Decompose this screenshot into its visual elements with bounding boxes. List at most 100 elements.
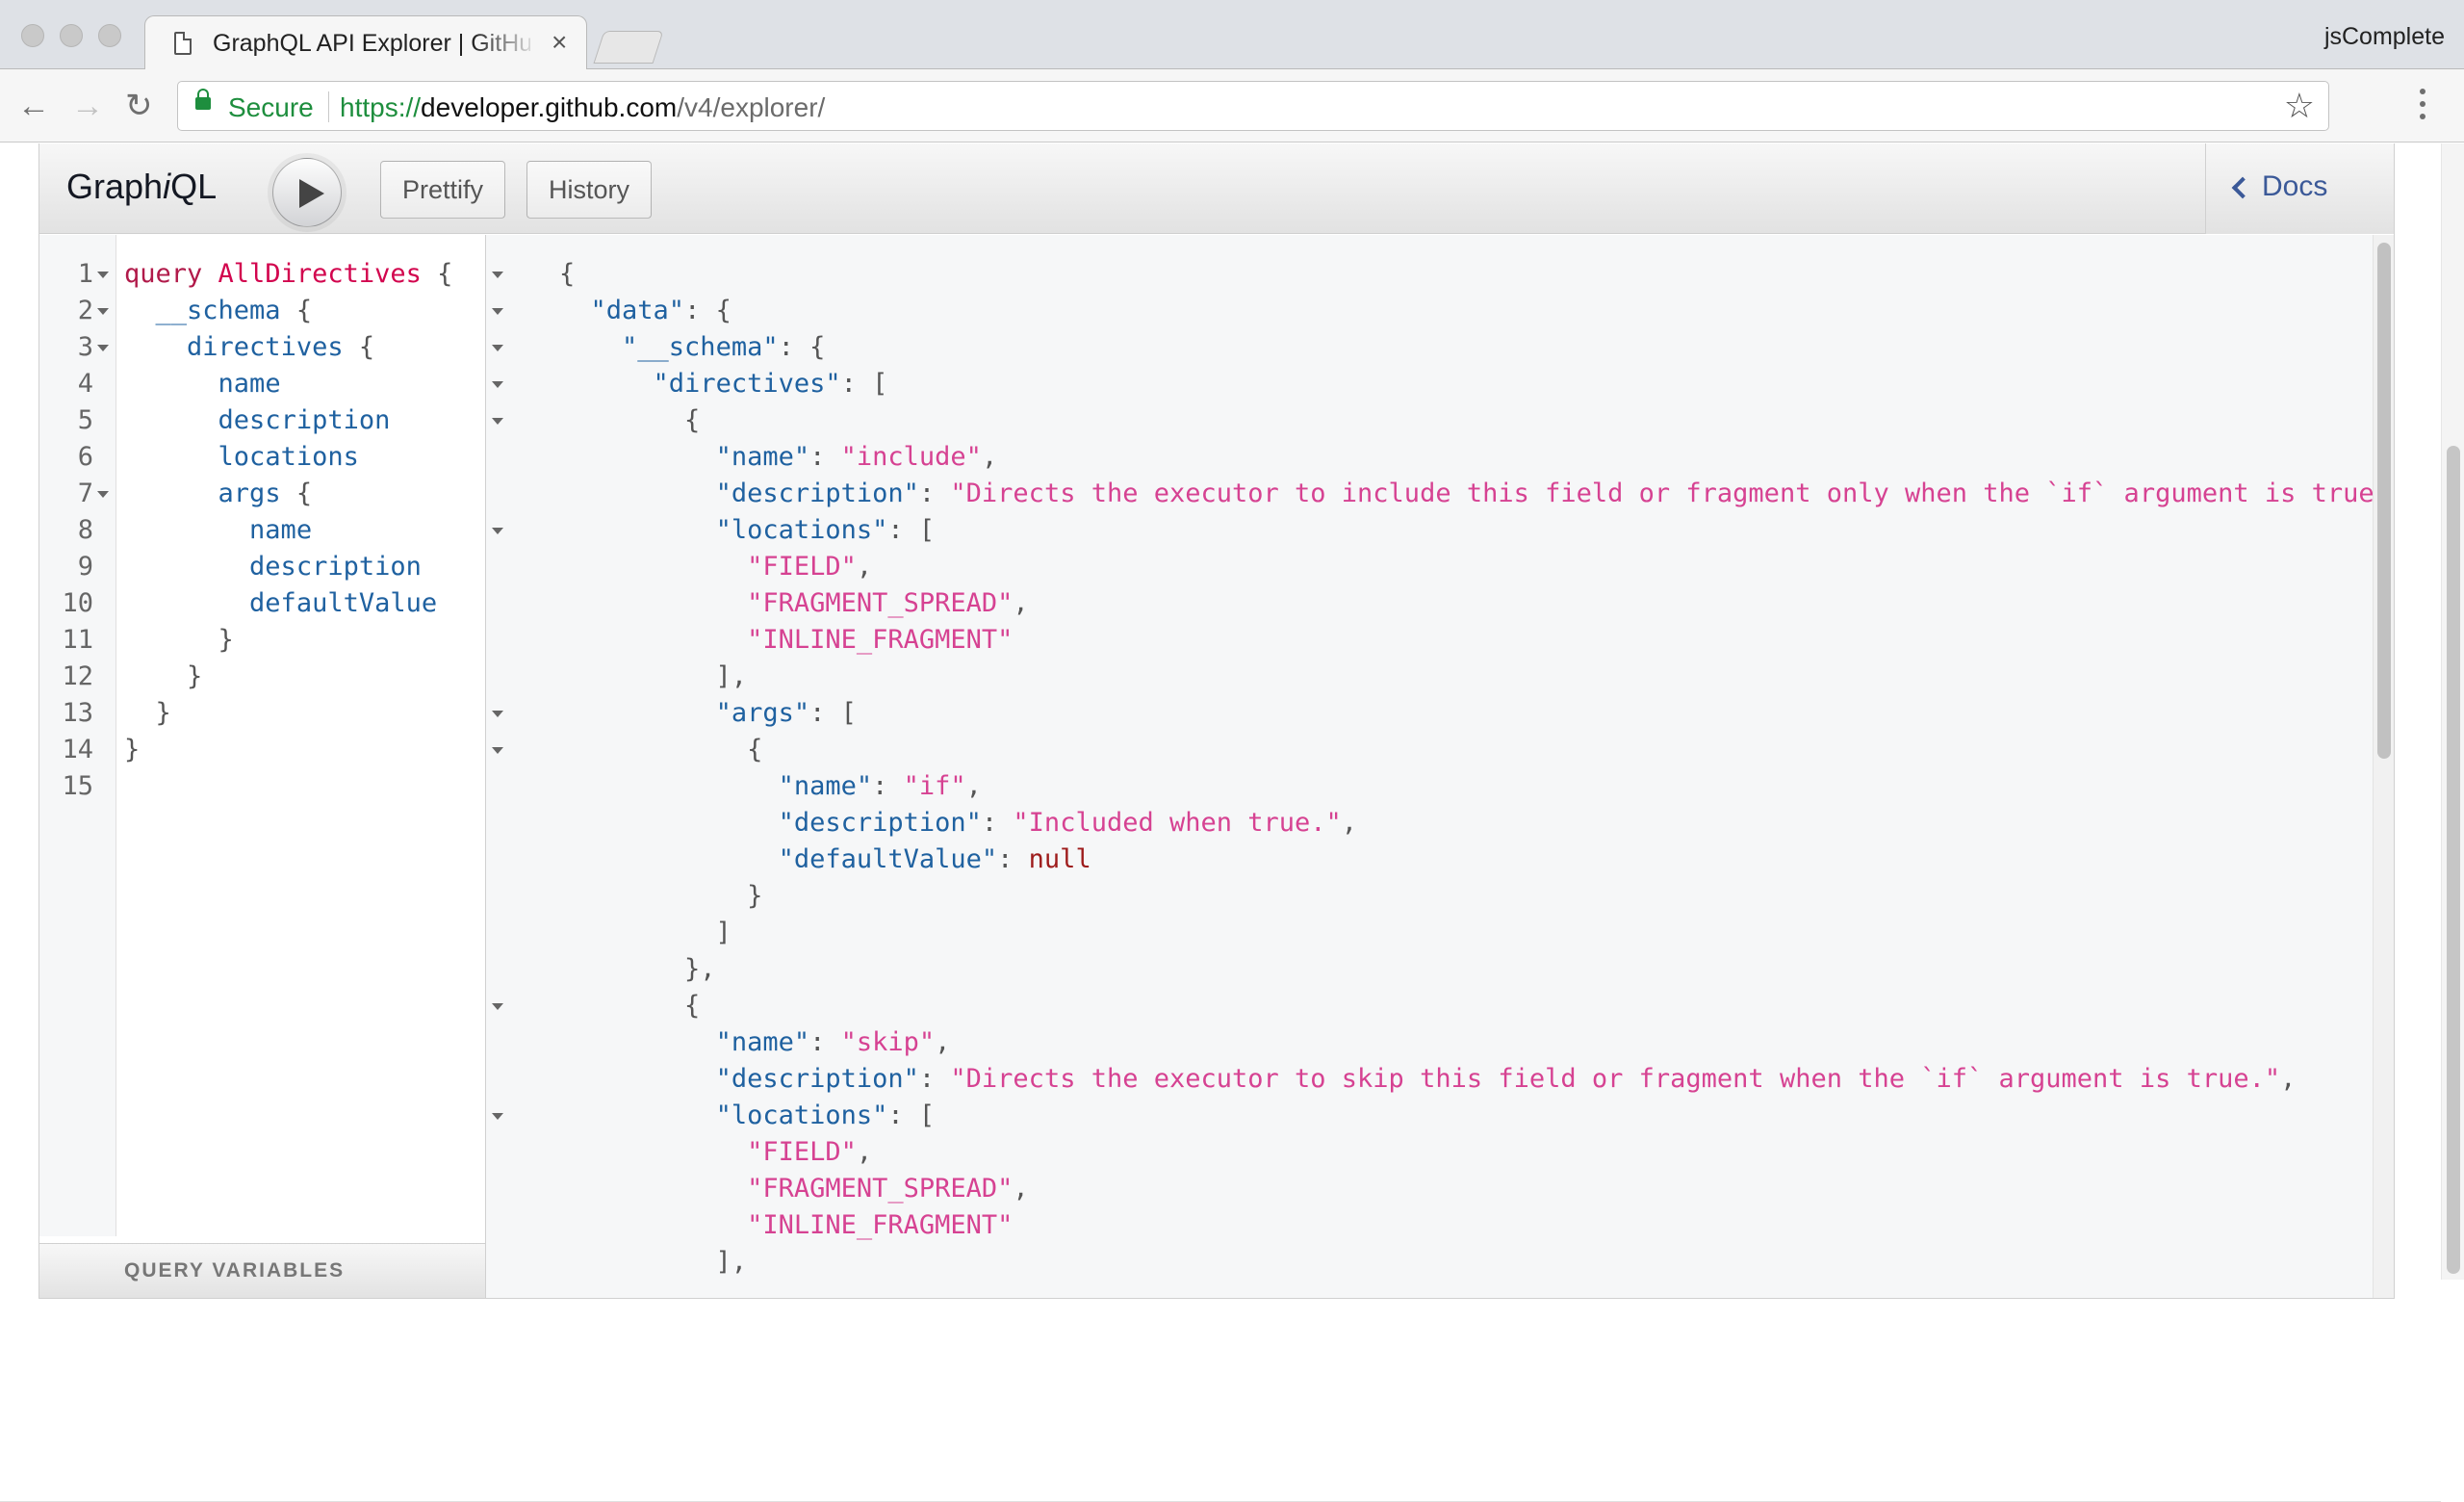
fold-marker-icon[interactable] xyxy=(492,1003,503,1010)
fold-marker-icon[interactable] xyxy=(492,345,503,351)
window-zoom-button[interactable] xyxy=(98,24,121,47)
fold-marker-icon[interactable] xyxy=(97,308,109,315)
result-code-line: ], xyxy=(559,1244,748,1281)
fold-marker-icon[interactable] xyxy=(97,491,109,498)
result-scrollbar[interactable] xyxy=(2373,235,2394,1298)
query-variables-label: QUERY VARIABLES xyxy=(124,1259,346,1282)
result-code-line: "defaultValue": null xyxy=(559,842,1091,878)
docs-explorer-toggle[interactable]: Docs xyxy=(2205,143,2394,234)
page-scrollbar[interactable] xyxy=(2441,143,2464,1280)
query-code-line[interactable]: description xyxy=(124,549,422,585)
query-code-line[interactable]: } xyxy=(124,732,140,768)
code-token: "name" xyxy=(715,442,810,472)
browser-menu-icon[interactable] xyxy=(2418,85,2427,123)
query-code-line[interactable]: query AllDirectives { xyxy=(124,256,452,293)
query-code-line[interactable]: } xyxy=(124,695,171,732)
graphiql-topbar: GraphiQL Prettify History Docs xyxy=(39,143,2394,234)
code-token: { xyxy=(280,479,313,508)
code-token: : xyxy=(872,771,904,801)
url-scheme: https:// xyxy=(340,92,422,122)
query-editor[interactable]: 1 query AllDirectives {2 __schema {3 dire… xyxy=(39,235,486,1298)
query-code-line[interactable]: locations xyxy=(124,439,359,476)
code-token: "defaultValue" xyxy=(778,844,998,874)
code-token: "FIELD" xyxy=(747,552,857,582)
execute-query-button[interactable] xyxy=(272,158,342,227)
code-token: "Directs the executor to skip this field… xyxy=(950,1064,2281,1094)
fold-marker-icon[interactable] xyxy=(492,308,503,315)
profile-name[interactable]: jsComplete xyxy=(2324,23,2445,51)
chevron-left-icon xyxy=(2231,176,2254,199)
code-token: name xyxy=(218,369,281,399)
url-host: developer.github.com xyxy=(421,92,678,122)
prettify-button[interactable]: Prettify xyxy=(380,161,506,219)
tab-title-fade xyxy=(473,24,540,63)
fold-marker-icon[interactable] xyxy=(492,1113,503,1120)
fold-marker-icon[interactable] xyxy=(492,381,503,388)
result-code-line: "description": "Included when true.", xyxy=(559,805,1357,842)
code-token: : [ xyxy=(887,1101,936,1130)
query-code-line[interactable]: name xyxy=(124,366,281,402)
line-number: 5 xyxy=(77,405,93,435)
code-token: , xyxy=(1341,808,1358,838)
query-code-line[interactable]: } xyxy=(124,622,234,659)
query-code-line[interactable]: defaultValue xyxy=(124,585,437,622)
page-scrollbar-thumb[interactable] xyxy=(2447,446,2460,1274)
code-token: directives xyxy=(187,332,344,362)
query-code-line[interactable]: } xyxy=(124,659,202,695)
code-token: { xyxy=(559,259,576,289)
tab-close-icon[interactable]: × xyxy=(552,28,567,57)
bookmark-star-icon[interactable]: ☆ xyxy=(2284,86,2315,126)
result-code-line: "FRAGMENT_SPREAD", xyxy=(559,585,1029,622)
code-token: "locations" xyxy=(715,515,888,545)
query-code-line[interactable]: description xyxy=(124,402,391,439)
forward-icon[interactable]: → xyxy=(71,87,104,125)
docs-link[interactable]: Docs xyxy=(2231,170,2327,203)
code-token: : xyxy=(809,1027,841,1057)
query-code-line[interactable]: args { xyxy=(124,476,313,512)
fold-marker-icon[interactable] xyxy=(97,345,109,351)
window-close-button[interactable] xyxy=(21,24,44,47)
code-token: , xyxy=(935,1027,951,1057)
new-tab-button[interactable] xyxy=(593,31,664,64)
window-minimize-button[interactable] xyxy=(60,24,83,47)
fold-marker-icon[interactable] xyxy=(492,747,503,754)
query-variables-bar[interactable]: QUERY VARIABLES xyxy=(39,1243,485,1298)
page-icon xyxy=(174,32,192,55)
result-fold-gutter xyxy=(486,235,515,1298)
result-code-line: "data": { xyxy=(559,293,732,329)
code-token: : { xyxy=(684,296,732,325)
url-text[interactable]: https://developer.github.com/v4/explorer… xyxy=(340,92,825,123)
line-number: 12 xyxy=(62,661,93,691)
code-token: args xyxy=(218,479,281,508)
query-code-line[interactable]: directives { xyxy=(124,329,374,366)
browser-tab-active[interactable]: GraphQL API Explorer | GitHub × xyxy=(144,15,587,70)
fold-marker-icon[interactable] xyxy=(97,272,109,278)
code-token: "include" xyxy=(840,442,982,472)
reload-icon[interactable]: ↻ xyxy=(125,87,153,125)
query-code-line[interactable]: name xyxy=(124,512,312,549)
code-token: "description" xyxy=(715,479,919,508)
address-bar[interactable]: Secure https://developer.github.com/v4/e… xyxy=(177,81,2329,131)
fold-marker-icon[interactable] xyxy=(492,272,503,278)
page-content: GraphiQL Prettify History Docs 1 query Al… xyxy=(0,143,2464,1502)
result-scrollbar-thumb[interactable] xyxy=(2377,243,2391,759)
fold-marker-icon[interactable] xyxy=(492,418,503,425)
fold-marker-icon[interactable] xyxy=(492,528,503,534)
query-code-line[interactable]: __schema { xyxy=(124,293,313,329)
code-token: "name" xyxy=(715,1027,810,1057)
code-token: locations xyxy=(218,442,359,472)
code-token: name xyxy=(249,515,313,545)
fold-marker-icon[interactable] xyxy=(492,711,503,717)
code-token: "description" xyxy=(778,808,982,838)
code-token: { xyxy=(421,259,453,289)
back-icon[interactable]: ← xyxy=(17,87,50,125)
history-button[interactable]: History xyxy=(526,161,653,219)
